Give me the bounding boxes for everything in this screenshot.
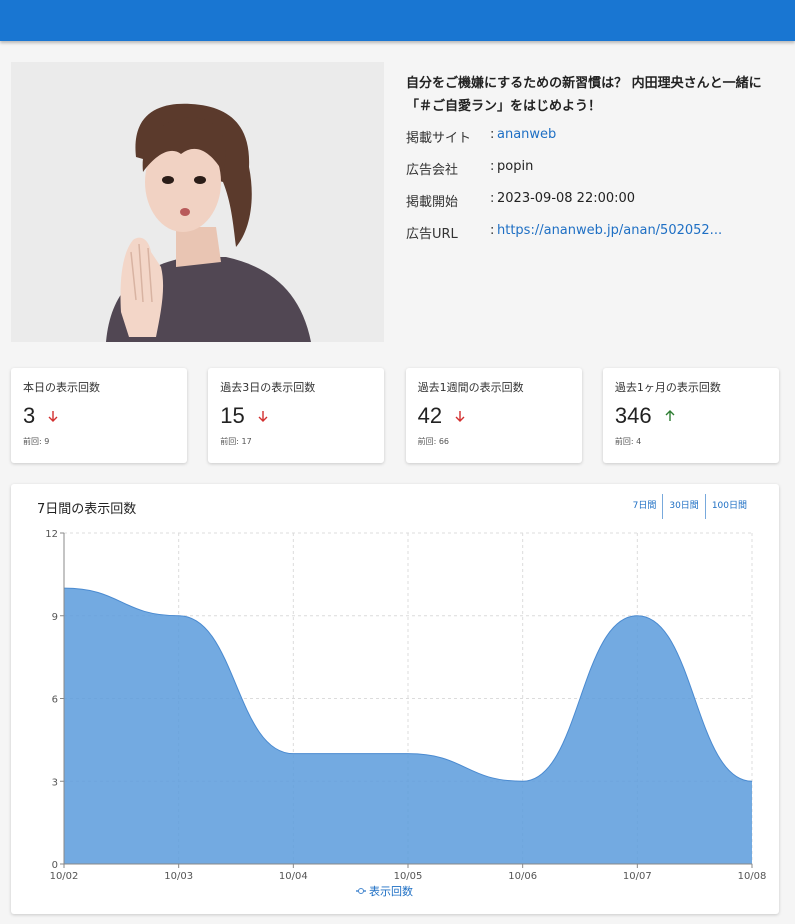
info-key: 掲載サイト [406, 131, 472, 146]
y-tick-label: 0 [52, 860, 58, 871]
legend-label: 表示回数 [369, 884, 413, 898]
info-row: 掲載サイト: ananweb [406, 127, 786, 159]
stat-card: 過去1ヶ月の表示回数 346 前回: 4 [602, 368, 779, 463]
info-colon: : [490, 191, 495, 206]
stat-value-row: 346 [615, 403, 767, 429]
stat-value-row: 42 [418, 403, 570, 429]
x-tick-label: 10/02 [50, 871, 79, 882]
y-tick-label: 6 [52, 695, 58, 706]
arrow-down-icon [258, 411, 268, 422]
article-image [11, 62, 384, 342]
stat-value-row: 3 [23, 403, 175, 429]
stat-value-row: 15 [220, 403, 372, 429]
arrow-down-icon [48, 411, 58, 422]
info-colon: : [490, 127, 495, 142]
views-area-chart: 0 3 6 9 12 10/02 10/03 10/04 10/05 10/06 10/07 10/0… [45, 529, 767, 898]
info-colon: : [490, 223, 495, 238]
arrow-down-icon [455, 411, 465, 422]
y-tick-label: 9 [52, 612, 58, 623]
stat-previous: 前回: 4 [614, 437, 642, 446]
y-tick-label: 12 [45, 529, 58, 540]
info-row: 広告会社: popin [406, 159, 786, 191]
x-tick-label: 10/07 [623, 871, 652, 882]
legend-marker [358, 888, 364, 894]
article-info: 自分をご機嫌にするための新習慣は？ 内田理央さんと一緒に「＃ご自愛ラン」をはじめ… [406, 72, 786, 255]
stat-label: 過去1週間の表示回数 [417, 381, 524, 394]
stat-previous: 前回: 9 [23, 437, 50, 446]
info-key: 広告会社 [406, 163, 459, 178]
info-row: 広告URL: https://ananweb.jp/anan/502052... [406, 223, 786, 255]
stat-card: 本日の表示回数 3 前回: 9 [11, 368, 187, 463]
stat-previous: 前回: 17 [220, 437, 252, 446]
article-title: 自分をご機嫌にするための新習慣は？ 内田理央さんと一緒に「＃ご自愛ラン」をはじめ… [406, 76, 762, 114]
info-value: popin [497, 159, 534, 174]
stat-card: 過去1週間の表示回数 42 前回: 66 [405, 368, 582, 463]
arrow-up-icon [665, 410, 675, 421]
stat-label: 過去1ヶ月の表示回数 [614, 381, 721, 394]
top-app-bar [0, 0, 795, 41]
stats-cards: 本日の表示回数 3 前回: 9 過去3日の表示回数 15 前回: 17 過去1週間の表示回数… [11, 368, 779, 463]
y-tick-label: 3 [52, 777, 58, 788]
views-chart-card: 7日間の表示回数 7日間 30日間 100日間 0 3 6 9 12 10/02 10/03 10… [11, 484, 779, 914]
info-value: 2023-09-08 22:00:00 [497, 191, 636, 206]
info-row: 掲載開始:2023-09-08 22:00:00 [406, 191, 786, 223]
x-tick-label: 10/08 [738, 871, 767, 882]
info-link[interactable]: https://ananweb.jp/anan/502052... [497, 223, 722, 238]
stat-previous: 前回: 66 [417, 437, 450, 446]
x-tick-label: 10/06 [508, 871, 537, 882]
stat-label: 本日の表示回数 [23, 381, 100, 394]
info-key: 掲載開始 [406, 195, 459, 210]
info-colon: : [490, 159, 495, 174]
stat-card: 過去3日の表示回数 15 前回: 17 [208, 368, 385, 463]
info-key: 広告URL [406, 227, 458, 242]
info-link[interactable]: ananweb [497, 127, 556, 142]
stat-value: 15 [220, 403, 245, 428]
stat-label: 過去3日の表示回数 [220, 381, 316, 394]
x-tick-label: 10/05 [394, 871, 423, 882]
x-tick-label: 10/04 [279, 871, 308, 882]
stat-value: 3 [23, 403, 36, 428]
stat-value: 42 [417, 403, 443, 428]
x-tick-label: 10/03 [164, 871, 193, 882]
stat-value: 346 [614, 403, 652, 428]
